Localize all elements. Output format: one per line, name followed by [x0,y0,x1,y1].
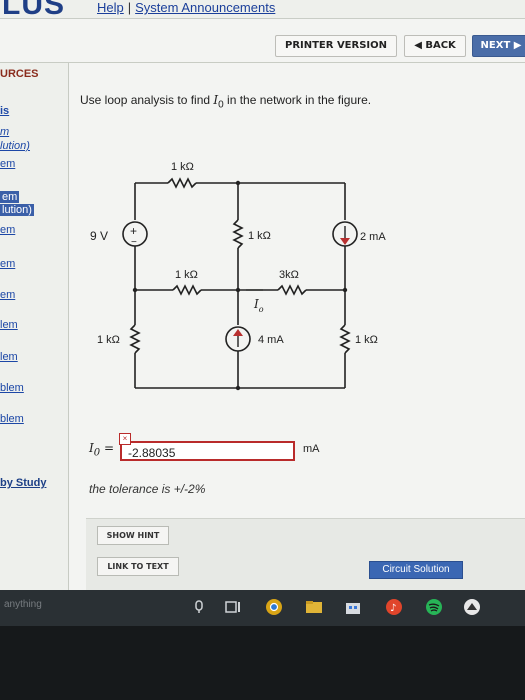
answer-unit: mA [303,443,320,455]
chrome-icon[interactable] [265,598,283,616]
system-announcements-link[interactable]: System Announcements [135,0,275,15]
spotify-icon[interactable] [425,598,443,616]
resistor-left [129,324,141,354]
label-r-top: 1 kΩ [171,161,194,173]
sidebar-item[interactable]: em [0,158,15,170]
junction [235,385,241,391]
microphone-icon[interactable] [190,598,208,616]
top-bar: LUS Help | System Announcements [0,0,525,21]
printer-version-button[interactable]: PRINTER VERSION [275,35,397,57]
show-hint-button[interactable]: SHOW HINT [97,526,169,545]
resistor-right [339,324,351,354]
junction [132,287,138,293]
sidebar-item[interactable]: lem [0,351,18,363]
label-current-top: 2 mA [360,231,386,243]
answer-input[interactable]: -2.88035 [120,441,295,461]
resistor-mid-right [277,284,307,296]
link-to-text-button[interactable]: LINK TO TEXT [97,557,179,576]
label-io-sub: o [259,305,264,314]
label-io: Io [253,297,264,314]
label-current-bottom: 4 mA [258,334,284,346]
tolerance-text: the tolerance is +/-2% [89,482,206,496]
sidebar-title: URCES [0,68,39,80]
resistor-top [167,177,197,189]
resistor-mid-left [172,284,202,296]
question-text: Use loop analysis to find I0 in the netw… [80,93,371,110]
site-logo: LUS [2,0,65,21]
music-icon[interactable]: ♪ [385,598,403,616]
store-icon[interactable] [344,598,362,616]
sidebar-item[interactable]: is [0,105,9,117]
label-plus: + [130,224,137,238]
junction [235,287,241,293]
sidebar-item[interactable]: blem [0,413,24,425]
sidebar-item-selected[interactable]: em [0,191,20,203]
back-button[interactable]: ◀ BACK [404,35,466,57]
top-links: Help | System Announcements [97,0,275,15]
header-divider [0,62,525,63]
label-r-right: 1 kΩ [355,334,378,346]
sidebar-item[interactable]: em [0,258,15,270]
label-voltage: 9 V [90,229,108,243]
monitor-bezel [0,626,525,700]
sidebar-item[interactable]: em [0,224,15,236]
app-icon[interactable] [463,598,481,616]
answer-subscript: 0 [93,447,101,459]
sidebar-item-selected[interactable]: lution) [0,204,34,216]
answer-label: I0 = [89,441,114,458]
current-arrow-top-head [340,238,350,245]
answer-equals: = [103,441,115,455]
file-explorer-icon[interactable] [305,598,323,616]
resources-sidebar: URCES is m lution) em em lution) em em e… [0,63,69,590]
study-link[interactable]: by Study [0,477,46,489]
question-before: Use loop analysis to find [80,93,214,107]
sidebar-item[interactable]: lem [0,319,18,331]
task-view-icon[interactable] [224,598,242,616]
current-arrow-bottom-head [233,329,243,336]
sidebar-item[interactable]: m [0,126,9,138]
incorrect-x-icon: × [119,433,131,445]
label-minus: − [131,237,137,248]
question-after: in the network in the figure. [223,93,372,107]
link-separator: | [127,0,132,15]
browser-screen: LUS Help | System Announcements PRINTER VE… [0,0,525,590]
label-r-mid-vertical: 1 kΩ [248,230,271,242]
sidebar-item[interactable]: blem [0,382,24,394]
resistor-mid-vertical [232,219,244,249]
sidebar-item[interactable]: em [0,289,15,301]
taskbar-search[interactable]: anything [4,599,42,610]
label-r-mid-right: 3kΩ [279,269,299,281]
circuit-diagram: 1 kΩ 1 kΩ 1 kΩ 3kΩ 1 kΩ 1 kΩ 9 V 2 mA 4 … [90,161,386,391]
taskbar: anything ♪ [0,590,525,626]
junction [342,287,348,293]
label-r-mid-left: 1 kΩ [175,269,198,281]
junction [235,180,241,186]
svg-text:♪: ♪ [390,603,396,614]
label-r-left: 1 kΩ [97,334,120,346]
help-link[interactable]: Help [97,0,124,15]
circuit-solution-button[interactable]: Circuit Solution [369,561,463,579]
sidebar-item[interactable]: lution) [0,140,30,152]
next-button[interactable]: NEXT ▶ [472,35,525,57]
